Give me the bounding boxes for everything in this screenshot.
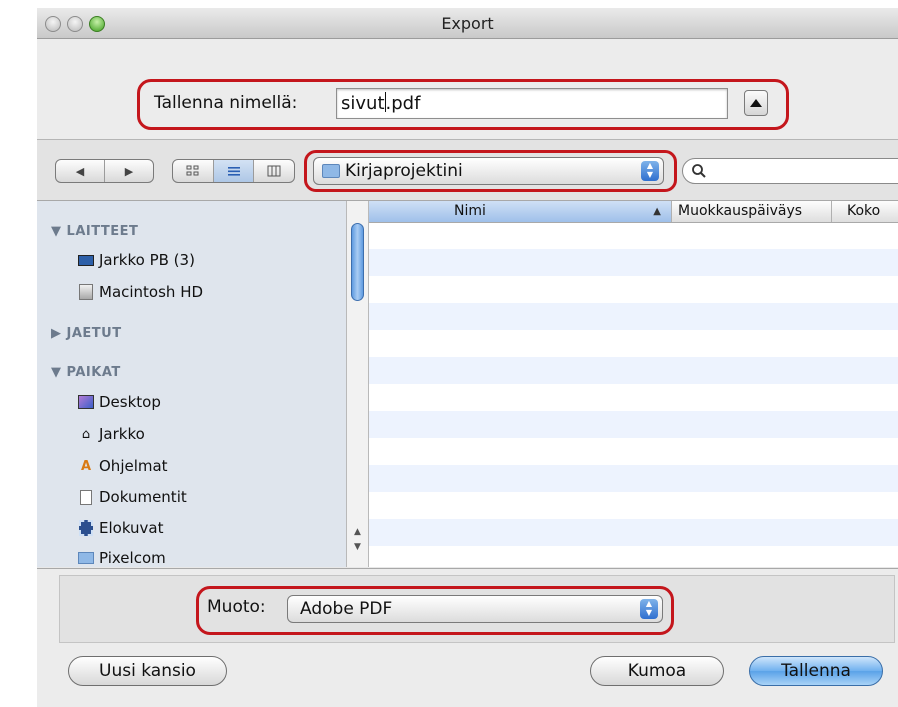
location-highlight-box <box>304 150 677 192</box>
view-mode-control <box>172 159 295 183</box>
movies-icon <box>77 520 95 536</box>
icon-view-button[interactable] <box>173 160 214 182</box>
column-header-size[interactable]: Koko <box>832 201 898 222</box>
sidebar-item-ohjelmat[interactable]: A Ohjelmat <box>77 457 168 475</box>
list-view-button[interactable] <box>213 160 255 182</box>
list-row <box>369 411 898 438</box>
icon-view-icon <box>186 165 199 176</box>
new-folder-button[interactable]: Uusi kansio <box>68 656 227 686</box>
column-view-button[interactable] <box>254 160 294 182</box>
back-forward-control: ◀ ▶ <box>55 159 154 183</box>
filename-highlight-box <box>137 79 789 130</box>
dialog-footer: Muoto: Adobe PDF ▲ ▼ Uusi kansio Kumoa Ta… <box>37 568 898 707</box>
sidebar-section-places[interactable]: ▼ PAIKAT <box>51 365 121 380</box>
title-bar: Export <box>37 8 898 39</box>
disclosure-down-icon: ▼ <box>51 224 67 239</box>
sidebar-section-shared[interactable]: ▶ JAETUT <box>51 326 122 341</box>
export-dialog: Export Tallenna nimellä: sivut.pdf ◀ ▶ K… <box>37 8 898 707</box>
sidebar-item-elokuvat[interactable]: Elokuvat <box>77 519 164 537</box>
save-as-bar: Tallenna nimellä: sivut.pdf <box>37 39 898 140</box>
list-row <box>369 519 898 546</box>
list-row <box>369 357 898 384</box>
background-strip <box>0 0 898 8</box>
folder-icon <box>77 550 95 566</box>
list-row <box>369 465 898 492</box>
browser-toolbar: ◀ ▶ Kirjaprojektini ▲ ▼ <box>37 140 898 201</box>
window-title: Export <box>441 14 494 33</box>
forward-button[interactable]: ▶ <box>105 160 153 182</box>
sort-ascending-icon: ▲ <box>653 206 661 217</box>
back-button[interactable]: ◀ <box>56 160 105 182</box>
laptop-icon <box>77 252 95 268</box>
column-view-icon <box>267 165 281 177</box>
file-list[interactable]: Nimi ▲ Muokkauspäiväys Koko <box>369 201 898 567</box>
disclosure-right-icon: ▶ <box>51 326 67 341</box>
sidebar-item-macintosh-hd[interactable]: Macintosh HD <box>77 283 203 301</box>
save-button[interactable]: Tallenna <box>749 656 883 686</box>
column-header-name[interactable]: Nimi ▲ <box>369 201 672 222</box>
file-list-header: Nimi ▲ Muokkauspäiväys Koko <box>369 201 898 223</box>
sidebar-scrollbar[interactable]: ▲ ▼ <box>346 201 369 567</box>
column-header-modified[interactable]: Muokkauspäiväys <box>672 201 832 222</box>
scrollbar-thumb[interactable] <box>351 223 364 301</box>
list-row <box>369 249 898 276</box>
list-view-icon <box>227 167 240 176</box>
sidebar-item-dokumentit[interactable]: Dokumentit <box>77 488 187 506</box>
search-field[interactable] <box>682 158 898 184</box>
home-icon: ⌂ <box>81 426 91 442</box>
search-icon <box>692 164 706 178</box>
desktop-icon <box>77 394 95 410</box>
scroll-up-arrow-icon[interactable]: ▲ <box>347 527 368 537</box>
sidebar-item-jarkko[interactable]: ⌂ Jarkko <box>77 425 145 443</box>
hard-drive-icon <box>77 284 95 300</box>
sidebar-section-devices[interactable]: ▼ LAITTEET <box>51 224 138 239</box>
format-bar: Muoto: Adobe PDF ▲ ▼ <box>59 575 895 643</box>
applications-icon: A <box>80 458 92 474</box>
disclosure-down-icon: ▼ <box>51 365 67 380</box>
list-row <box>369 303 898 330</box>
cancel-button[interactable]: Kumoa <box>590 656 724 686</box>
sidebar-item-desktop[interactable]: Desktop <box>77 393 161 411</box>
scroll-down-arrow-icon[interactable]: ▼ <box>347 542 368 552</box>
documents-icon <box>77 489 95 505</box>
sidebar-item-pixelcom[interactable]: Pixelcom <box>77 549 166 567</box>
format-highlight-box <box>196 586 674 635</box>
sidebar: ▼ LAITTEET Jarkko PB (3) Macintosh HD ▶ … <box>37 201 346 567</box>
sidebar-item-jarkko-pb[interactable]: Jarkko PB (3) <box>77 251 195 269</box>
